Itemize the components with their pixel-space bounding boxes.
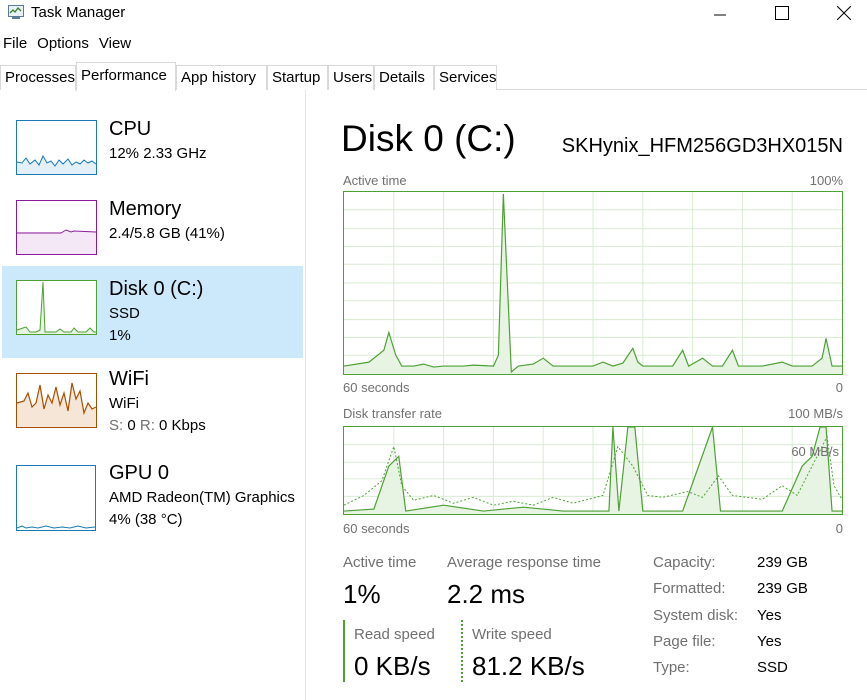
active-time-graph: [343, 191, 843, 375]
formatted-label: Formatted:: [653, 580, 726, 597]
tab-strip: Processes Performance App history Startu…: [0, 62, 867, 91]
disk-detail-panel: Disk 0 (C:) SKHynix_HFM256GD3HX015N Acti…: [307, 90, 867, 700]
device-name: Memory: [109, 198, 182, 220]
close-icon: [837, 6, 851, 20]
graph-active-time-span: 60 seconds: [343, 380, 410, 395]
tab-processes[interactable]: Processes: [0, 65, 76, 90]
gpu-thumbnail-graph: [16, 465, 96, 531]
active-time-value: 1%: [343, 579, 381, 609]
tab-details[interactable]: Details: [374, 65, 434, 90]
avg-response-value: 2.2 ms: [447, 579, 526, 609]
read-speed-label: Read speed: [354, 626, 435, 643]
receive-value: 0 Kbps: [159, 417, 206, 434]
maximize-button[interactable]: [759, 0, 805, 26]
graph-transfer-rate-min: 0: [835, 521, 843, 536]
device-wifi-throughput: S: 0 R: 0 Kbps: [109, 417, 206, 434]
formatted-value: 239 GB: [757, 580, 808, 597]
write-speed-value: 81.2 KB/s: [472, 651, 585, 681]
device-name: Disk 0 (C:): [109, 278, 204, 300]
device-gpu-usage: 4% (38 °C): [109, 511, 183, 528]
device-item-cpu[interactable]: CPU 12% 2.33 GHz: [2, 112, 303, 204]
send-value: 0: [127, 417, 136, 434]
graph-transfer-rate-inner-max: 60 MB/s: [791, 444, 839, 459]
menu-file[interactable]: File: [0, 35, 30, 55]
graph-transfer-rate-max: 100 MB/s: [788, 406, 843, 421]
minimize-icon: [714, 14, 726, 16]
transfer-rate-graph: [343, 426, 843, 515]
read-speed-value: 0 KB/s: [354, 651, 431, 681]
active-time-label: Active time: [343, 554, 417, 571]
device-list: CPU 12% 2.33 GHz Memory 2.4/5.8 GB (41%)…: [0, 90, 306, 700]
minimize-button[interactable]: [697, 0, 743, 26]
capacity-label: Capacity:: [653, 554, 716, 571]
page-title: Disk 0 (C:): [341, 118, 516, 159]
read-speed-indicator: [343, 620, 345, 682]
graph-transfer-rate-label: Disk transfer rate: [343, 406, 442, 421]
device-name: GPU 0: [109, 462, 170, 484]
memory-thumbnail-graph: [16, 200, 97, 255]
write-speed-label: Write speed: [472, 626, 552, 643]
disk-model: SKHynix_HFM256GD3HX015N: [561, 135, 843, 157]
page-file-label: Page file:: [653, 633, 716, 650]
system-disk-value: Yes: [757, 607, 782, 624]
device-disk-type: SSD: [109, 305, 140, 322]
device-item-wifi[interactable]: WiFi WiFi S: 0 R: 0 Kbps: [2, 364, 303, 456]
device-item-disk[interactable]: Disk 0 (C:) SSD 1%: [2, 266, 303, 358]
device-name: CPU: [109, 118, 152, 140]
write-speed-indicator: [461, 620, 463, 682]
disk-thumbnail-graph: [16, 280, 97, 335]
task-manager-icon: [8, 5, 24, 19]
tab-users[interactable]: Users: [328, 65, 374, 90]
menu-view[interactable]: View: [96, 35, 134, 55]
tab-performance[interactable]: Performance: [76, 62, 176, 91]
tab-app-history[interactable]: App history: [176, 65, 267, 90]
menu-bar: File Options View: [0, 35, 138, 55]
graph-transfer-rate-span: 60 seconds: [343, 521, 410, 536]
menu-options[interactable]: Options: [34, 35, 92, 55]
system-disk-label: System disk:: [653, 607, 739, 624]
device-cpu-usage: 12% 2.33 GHz: [109, 145, 207, 162]
type-label: Type:: [653, 659, 690, 676]
wifi-thumbnail-graph: [16, 373, 97, 428]
device-disk-usage: 1%: [109, 327, 131, 344]
type-value: SSD: [757, 659, 788, 676]
avg-response-label: Average response time: [447, 554, 601, 571]
send-label: S:: [109, 417, 124, 434]
device-memory-usage: 2.4/5.8 GB (41%): [109, 225, 225, 242]
cpu-thumbnail-graph: [16, 120, 97, 175]
page-file-value: Yes: [757, 633, 782, 650]
graph-active-time-min: 0: [835, 380, 843, 395]
device-wifi-adapter: WiFi: [109, 395, 139, 412]
title-bar: Task Manager: [0, 0, 867, 26]
maximize-icon: [775, 6, 789, 20]
graph-active-time-label: Active time: [343, 173, 407, 188]
receive-label: R:: [139, 417, 155, 434]
device-name: WiFi: [109, 368, 149, 390]
graph-active-time-max: 100%: [809, 173, 843, 188]
window-title: Task Manager: [31, 4, 126, 21]
tab-services[interactable]: Services: [434, 65, 497, 90]
device-item-gpu[interactable]: GPU 0 AMD Radeon(TM) Graphics 4% (38 °C): [2, 456, 303, 548]
close-button[interactable]: [821, 0, 867, 26]
capacity-value: 239 GB: [757, 554, 808, 571]
device-gpu-model: AMD Radeon(TM) Graphics: [109, 489, 295, 506]
tab-startup[interactable]: Startup: [267, 65, 328, 90]
